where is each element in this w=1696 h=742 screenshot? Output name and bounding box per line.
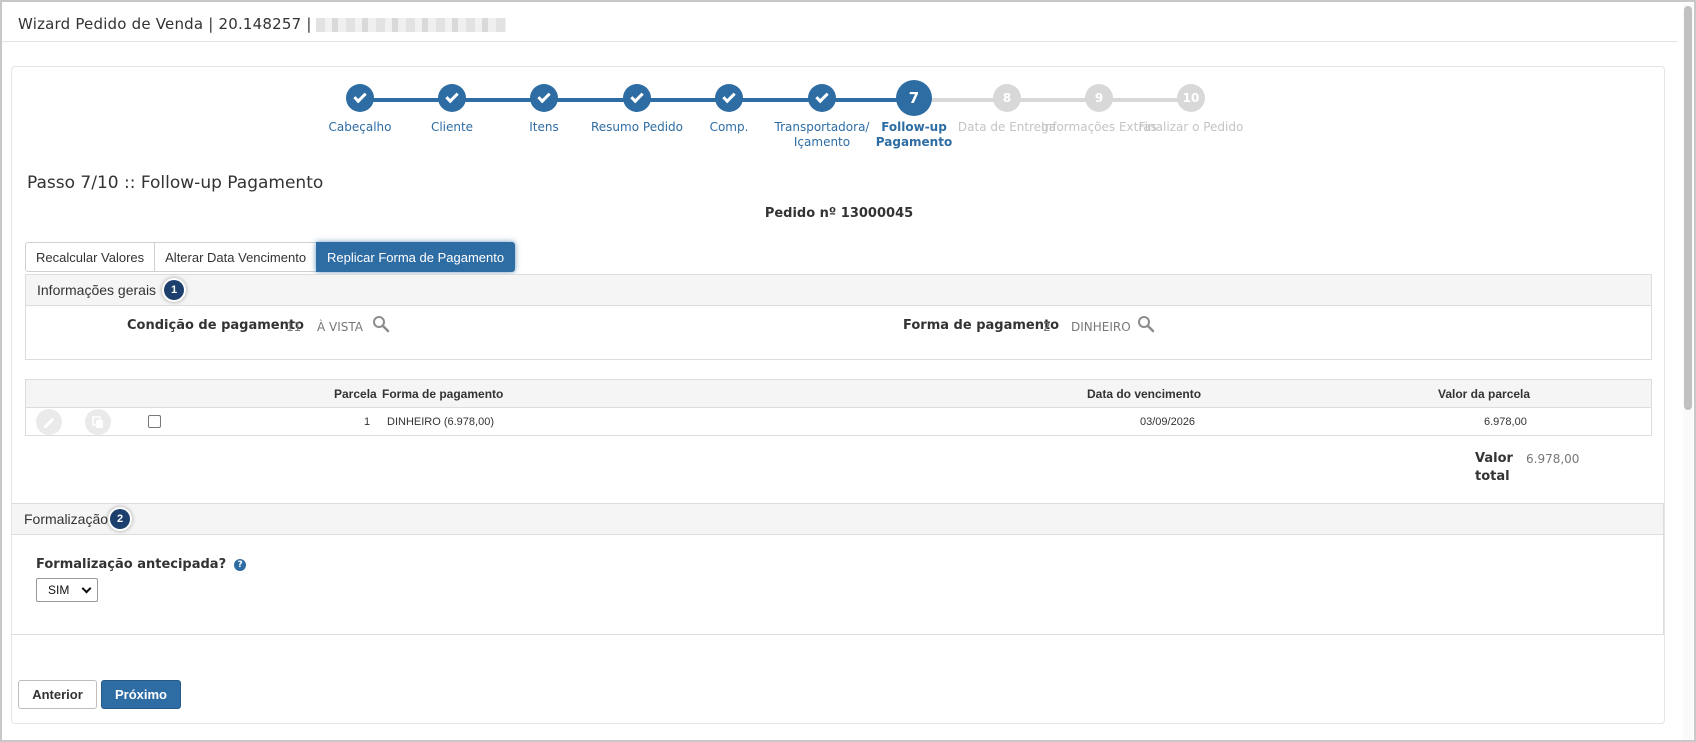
search-icon[interactable] bbox=[372, 315, 390, 333]
action-tabs: Recalcular Valores Alterar Data Vencimen… bbox=[25, 242, 516, 272]
general-info-title: Informações gerais bbox=[37, 282, 157, 298]
order-number: Pedido nº 13000045 bbox=[764, 206, 914, 221]
payment-method-label: Forma de pagamento bbox=[903, 318, 1060, 333]
step-badge-1: 1 bbox=[164, 280, 185, 300]
tab-replicar-forma-pagamento[interactable]: Replicar Forma de Pagamento bbox=[316, 242, 516, 272]
scrollbar-thumb[interactable] bbox=[1684, 6, 1692, 410]
tab-alterar-data-vencimento[interactable]: Alterar Data Vencimento bbox=[154, 242, 318, 272]
col-parcela: Parcela bbox=[334, 387, 377, 401]
formalization-title: Formalização bbox=[24, 511, 109, 527]
edit-icon[interactable] bbox=[36, 409, 62, 435]
step-title: Passo 7/10 :: Follow-up Pagamento bbox=[27, 173, 324, 193]
previous-button[interactable]: Anterior bbox=[18, 680, 97, 709]
installments-table: Parcela Forma de pagamento Data do venci… bbox=[25, 379, 1652, 436]
check-icon bbox=[530, 84, 558, 112]
vertical-scrollbar[interactable] bbox=[1683, 4, 1693, 740]
redacted-customer-name bbox=[315, 17, 506, 32]
copy-icon[interactable] bbox=[85, 409, 111, 435]
step-label: Finalizar o Pedido bbox=[1138, 120, 1244, 134]
step-number: 8 bbox=[993, 84, 1021, 112]
tab-recalcular-valores[interactable]: Recalcular Valores bbox=[25, 242, 156, 272]
col-data-vencimento: Data do vencimento bbox=[1087, 387, 1202, 401]
help-icon[interactable]: ? bbox=[234, 558, 247, 571]
payment-condition-label: Condição de pagamento bbox=[127, 318, 304, 333]
general-info-header: Informações gerais 1 bbox=[26, 275, 1651, 306]
cell-parcela: 1 bbox=[364, 416, 371, 428]
formalization-question: Formalização antecipada? bbox=[36, 557, 227, 572]
check-icon bbox=[623, 84, 651, 112]
step-number: 9 bbox=[1085, 84, 1113, 112]
step-number: 10 bbox=[1177, 84, 1205, 112]
wizard-panel: Cabeçalho Cliente Itens Resumo Pedido Comp. T… bbox=[11, 66, 1665, 724]
col-forma-pagamento: Forma de pagamento bbox=[382, 387, 504, 401]
formalization-select[interactable]: SIM bbox=[36, 578, 98, 602]
window-title: Wizard Pedido de Venda | 20.148257 | bbox=[18, 15, 312, 33]
table-row: 1 DINHEIRO (6.978,00) 03/09/2026 6.978,0… bbox=[26, 408, 1651, 436]
cell-forma-pagamento: DINHEIRO (6.978,00) bbox=[387, 416, 494, 428]
chevron-down-icon bbox=[81, 583, 92, 594]
step-10[interactable]: 10 Finalizar o Pedido bbox=[1131, 84, 1251, 135]
cell-data-vencimento: 03/09/2026 bbox=[1140, 416, 1196, 428]
cell-valor-parcela: 6.978,00 bbox=[1484, 416, 1527, 428]
row-select-checkbox[interactable] bbox=[148, 415, 161, 428]
next-button[interactable]: Próximo bbox=[101, 680, 181, 709]
step-badge-2: 2 bbox=[110, 509, 131, 529]
formalization-question-label: Formalização antecipada?? bbox=[36, 557, 247, 572]
formalization-selected-value: SIM bbox=[48, 583, 70, 597]
check-icon bbox=[715, 84, 743, 112]
wizard-stepper: Cabeçalho Cliente Itens Resumo Pedido Comp. T… bbox=[12, 67, 1664, 157]
payment-condition-name: À VISTA bbox=[317, 320, 363, 334]
window-title-bar: Wizard Pedido de Venda | 20.148257 | bbox=[2, 2, 1678, 42]
payment-method-name: DINHEIRO bbox=[1071, 320, 1131, 334]
payment-method-code: 2 bbox=[1043, 320, 1051, 334]
col-valor-parcela: Valor da parcela bbox=[1438, 387, 1531, 401]
check-icon bbox=[346, 84, 374, 112]
step-number: 7 bbox=[896, 80, 932, 116]
installments-table-header: Parcela Forma de pagamento Data do venci… bbox=[26, 380, 1651, 408]
total-label: Valor total bbox=[1475, 451, 1513, 484]
formalization-section: Formalização 2 Formalização antecipada?? bbox=[12, 503, 1664, 635]
check-icon bbox=[438, 84, 466, 112]
total-value: 6.978,00 bbox=[1526, 452, 1580, 466]
formalization-header: Formalização 2 bbox=[12, 504, 1663, 535]
search-icon[interactable] bbox=[1137, 315, 1155, 333]
check-icon bbox=[808, 84, 836, 112]
payment-condition-code: 11 bbox=[286, 320, 302, 334]
general-info-section: Informações gerais 1 Condição de pagamen… bbox=[25, 274, 1652, 360]
